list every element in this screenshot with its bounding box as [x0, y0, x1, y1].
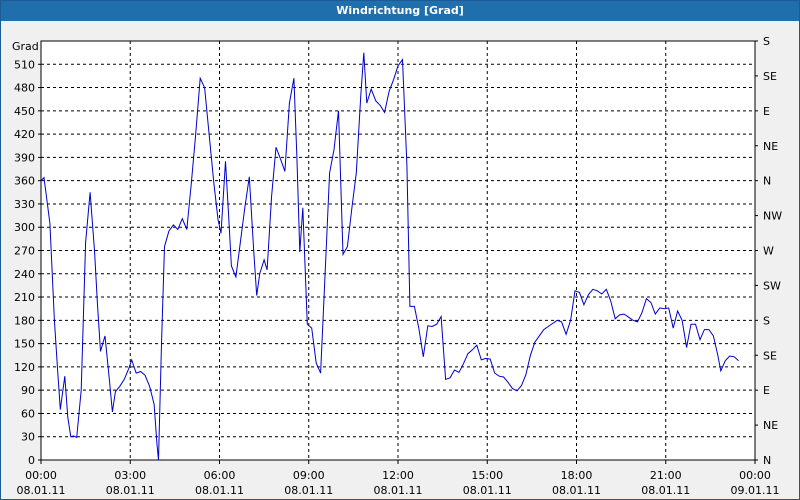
x-tick-date: 08.01.11	[641, 484, 690, 497]
x-tick-date: 08.01.11	[106, 484, 155, 497]
y-tick-label: 450	[14, 105, 35, 118]
x-tick-time: 15:00	[471, 469, 503, 482]
right-tick-label: W	[763, 245, 774, 258]
right-tick-label: N	[763, 454, 771, 467]
right-tick-label: N	[763, 175, 771, 188]
y-tick-label: 420	[14, 128, 35, 141]
y-tick-labels: 0 30 60 90 120 150 180 210 240 270 300 330 360 390 420…	[14, 58, 41, 467]
y-tick-label: 510	[14, 58, 35, 71]
y-tick-label: 30	[21, 431, 35, 444]
x-tick-time: 03:00	[114, 469, 146, 482]
y-tick-label: 390	[14, 151, 35, 164]
y-tick-label: 120	[14, 361, 35, 374]
right-tick-label: SE	[763, 349, 777, 362]
x-tick-date: 08.01.11	[195, 484, 244, 497]
x-tick-time: 21:00	[650, 469, 682, 482]
right-tick-label: SE	[763, 70, 777, 83]
x-tick-time: 09:00	[293, 469, 325, 482]
x-tick-date: 08.01.11	[374, 484, 423, 497]
x-tick-date: 08.01.11	[552, 484, 601, 497]
y-tick-label: 360	[14, 175, 35, 188]
wind-direction-chart: Grad 0 30 60 90 120 150 180 210 240 270 300 330 360 3…	[12, 35, 782, 497]
x-tick-time: 18:00	[561, 469, 593, 482]
right-tick-label: SW	[763, 279, 781, 292]
x-tick-time: 12:00	[382, 469, 414, 482]
right-tick-label: NW	[763, 210, 782, 223]
x-tick-time: 00:00	[739, 469, 771, 482]
x-tick-time: 06:00	[204, 469, 236, 482]
y-axis-label: Grad	[12, 40, 39, 53]
right-tick-label: NE	[763, 140, 778, 153]
y-tick-label: 270	[14, 245, 35, 258]
right-tick-label: E	[763, 105, 770, 118]
y-tick-label: 180	[14, 314, 35, 327]
y-tick-label: 210	[14, 291, 35, 304]
right-tick-label: NE	[763, 419, 778, 432]
y-tick-label: 150	[14, 338, 35, 351]
x-tick-date: 08.01.11	[17, 484, 66, 497]
y-tick-label: 330	[14, 198, 35, 211]
x-tick-labels: 00:00 08.01.11 03:00 08.01.11 06:00 08.01.11 0…	[17, 460, 780, 497]
right-tick-label: S	[763, 35, 770, 48]
x-tick-date: 08.01.11	[284, 484, 333, 497]
y-tick-label: 300	[14, 221, 35, 234]
right-tick-label: E	[763, 384, 770, 397]
x-tick-date: 08.01.11	[463, 484, 512, 497]
right-tick-label: S	[763, 314, 770, 327]
y-tick-label: 0	[28, 454, 35, 467]
y-tick-label: 60	[21, 407, 35, 420]
x-tick-time: 00:00	[25, 469, 57, 482]
y-tick-label: 480	[14, 82, 35, 95]
right-compass-labels: N NE E SE S SW W NW N NE E SE S	[755, 35, 782, 467]
x-tick-date: 09.01.11	[731, 484, 780, 497]
y-tick-label: 240	[14, 268, 35, 281]
y-tick-label: 90	[21, 384, 35, 397]
